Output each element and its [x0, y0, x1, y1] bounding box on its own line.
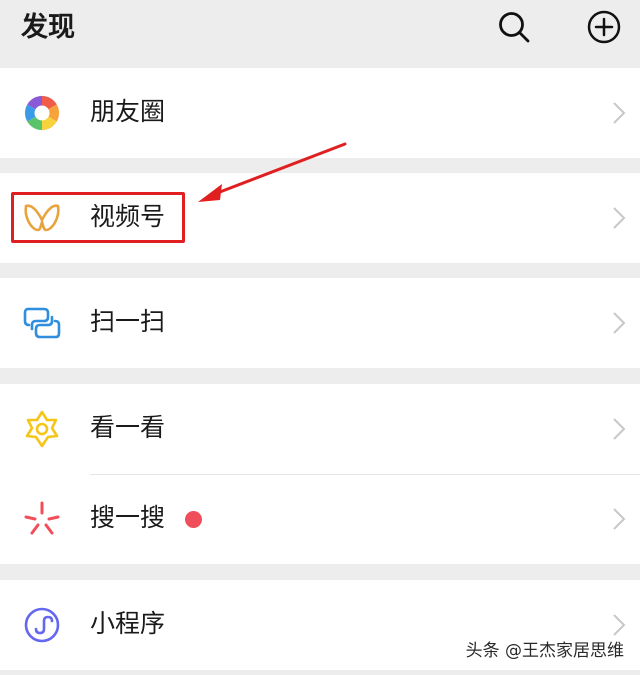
- search-icon[interactable]: [496, 9, 532, 45]
- group-discover: 看一看 搜一搜: [0, 384, 640, 564]
- menu-item-top-stories[interactable]: 看一看: [0, 384, 640, 474]
- top-bar: 发现: [0, 0, 640, 68]
- chevron-right-icon: [612, 613, 626, 637]
- watermark: 头条 @王杰家居思维: [465, 641, 624, 661]
- menu-item-label: 小程序: [90, 609, 166, 638]
- star-flower-icon: [22, 409, 62, 449]
- page-title: 发现: [21, 12, 75, 43]
- menu-item-label: 看一看: [90, 413, 166, 442]
- menu-item-scan[interactable]: 扫一扫: [0, 278, 640, 368]
- chevron-right-icon: [612, 417, 626, 441]
- chevron-right-icon: [612, 101, 626, 125]
- annotation-arrow: [190, 140, 350, 210]
- channels-butterfly-icon: [22, 198, 62, 238]
- menu-item-label: 扫一扫: [90, 307, 166, 336]
- search-asterisk-icon: [22, 499, 62, 539]
- menu-item-label: 搜一搜: [90, 503, 166, 532]
- group-scan: 扫一扫: [0, 278, 640, 368]
- aperture-icon: [22, 93, 62, 133]
- chevron-right-icon: [612, 507, 626, 531]
- notification-dot: [185, 511, 202, 528]
- scan-icon: [22, 303, 62, 343]
- chevron-right-icon: [612, 206, 626, 230]
- mini-program-icon: [22, 605, 62, 645]
- plus-circle-icon[interactable]: [586, 9, 622, 45]
- menu-item-label: 视频号: [90, 202, 166, 231]
- chevron-right-icon: [612, 311, 626, 335]
- menu-item-label: 朋友圈: [90, 97, 166, 126]
- menu-item-search[interactable]: 搜一搜: [0, 474, 640, 564]
